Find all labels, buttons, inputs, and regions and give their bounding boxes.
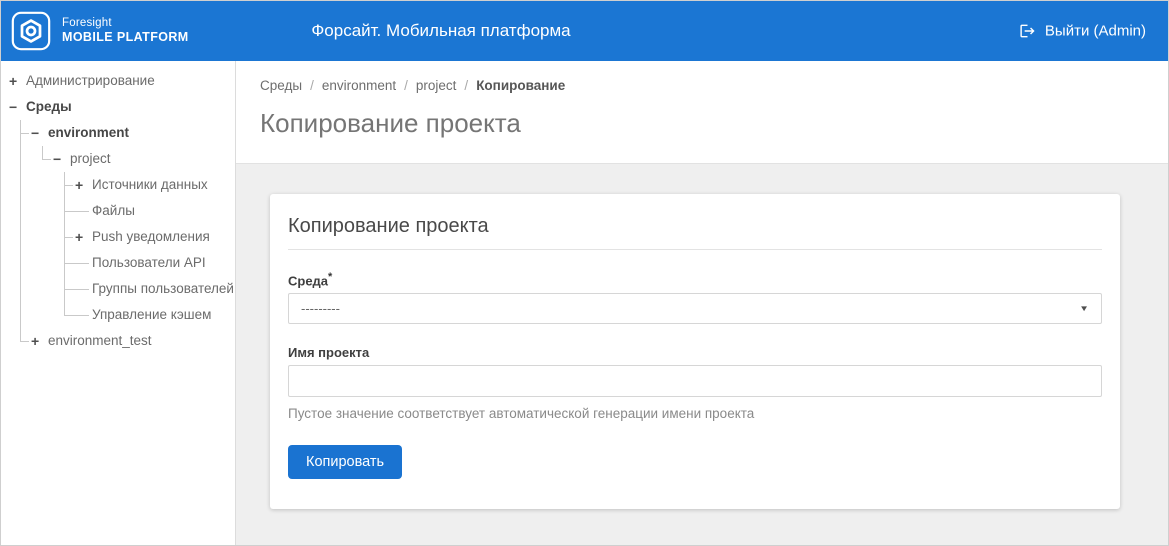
tree-branch-project: + Источники данных Файлы: [53, 172, 235, 328]
collapse-icon[interactable]: −: [53, 146, 70, 172]
app-logo[interactable]: Foresight MOBILE PLATFORM: [1, 11, 189, 51]
tree-item-user-groups: Группы пользователей: [75, 276, 235, 302]
expand-icon[interactable]: +: [75, 224, 92, 250]
tree-row-files[interactable]: Файлы: [75, 198, 235, 224]
page-header: Среды / environment / project / Копирова…: [236, 61, 1168, 164]
breadcrumb-separator: /: [310, 78, 314, 93]
environment-label-text: Среда: [288, 273, 328, 288]
environment-field-group: Среда* --------- ▼: [288, 271, 1102, 324]
breadcrumb-environment[interactable]: environment: [322, 78, 396, 93]
foresight-logo-icon: [11, 11, 51, 51]
tree-item-administration: + Администрирование: [9, 68, 235, 94]
tree-item-environment: − environment − project: [31, 120, 235, 328]
tree-item-environments: − Среды − environment − pr: [9, 94, 235, 354]
tree-item-data-sources: + Источники данных: [75, 172, 235, 198]
tree-label: Push уведомления: [92, 224, 210, 250]
tree-label: Пользователи API: [92, 250, 206, 276]
tree-row-environment-test[interactable]: + environment_test: [31, 328, 235, 354]
tree-item-api-users: Пользователи API: [75, 250, 235, 276]
collapse-icon[interactable]: −: [9, 94, 26, 120]
breadcrumb-separator: /: [404, 78, 408, 93]
tree-item-cache-management: Управление кэшем: [75, 302, 235, 328]
tree-row-environment[interactable]: − environment: [31, 120, 235, 146]
required-asterisk: *: [328, 271, 332, 283]
tree-label: Управление кэшем: [92, 302, 211, 328]
nav-tree: + Администрирование − Среды − environmen…: [1, 61, 235, 354]
copy-project-card: Копирование проекта Среда* --------- ▼ И…: [270, 194, 1120, 509]
project-name-label: Имя проекта: [288, 345, 1102, 360]
copy-button[interactable]: Копировать: [288, 445, 402, 479]
tree-branch-environments: − environment − project: [9, 120, 235, 354]
tree-row-data-sources[interactable]: + Источники данных: [75, 172, 235, 198]
tree-label: Администрирование: [26, 68, 155, 94]
tree-row-push-notifications[interactable]: + Push уведомления: [75, 224, 235, 250]
breadcrumb: Среды / environment / project / Копирова…: [260, 78, 1144, 93]
tree-row-api-users[interactable]: Пользователи API: [75, 250, 235, 276]
project-name-help-text: Пустое значение соответствует автоматиче…: [288, 406, 1102, 421]
app-header: Foresight MOBILE PLATFORM Форсайт. Мобил…: [1, 1, 1168, 61]
logout-label: Выйти (Admin): [1045, 23, 1146, 40]
tree-item-files: Файлы: [75, 198, 235, 224]
tree-label: project: [70, 146, 111, 172]
logo-line2: MOBILE PLATFORM: [62, 30, 189, 46]
environment-label: Среда*: [288, 271, 1102, 288]
logo-line1: Foresight: [62, 16, 189, 30]
expand-icon[interactable]: +: [75, 172, 92, 198]
breadcrumb-project[interactable]: project: [416, 78, 457, 93]
main-content: Среды / environment / project / Копирова…: [236, 61, 1168, 545]
project-name-input[interactable]: [288, 365, 1102, 397]
tree-item-project: − project + Источники данных: [53, 146, 235, 328]
tree-item-push-notifications: + Push уведомления: [75, 224, 235, 250]
breadcrumb-separator: /: [464, 78, 468, 93]
tree-item-environment-test: + environment_test: [31, 328, 235, 354]
tree-label: Среды: [26, 94, 72, 120]
tree-row-user-groups[interactable]: Группы пользователей: [75, 276, 235, 302]
logout-button[interactable]: Выйти (Admin): [1019, 23, 1146, 40]
card-title: Копирование проекта: [288, 215, 1102, 250]
tree-row-cache-management[interactable]: Управление кэшем: [75, 302, 235, 328]
logo-text: Foresight MOBILE PLATFORM: [62, 16, 189, 46]
page-title: Копирование проекта: [260, 108, 1144, 139]
expand-icon[interactable]: +: [9, 68, 26, 94]
tree-label: environment: [48, 120, 129, 146]
environment-select[interactable]: ---------: [288, 293, 1102, 324]
sidebar-navigation: + Администрирование − Среды − environmen…: [1, 61, 236, 545]
expand-icon[interactable]: +: [31, 328, 48, 354]
tree-label: Группы пользователей: [92, 276, 234, 302]
tree-label: Файлы: [92, 198, 135, 224]
tree-label: environment_test: [48, 328, 152, 354]
tree-label: Источники данных: [92, 172, 208, 198]
app-title: Форсайт. Мобильная платформа: [311, 21, 570, 41]
app-window: Foresight MOBILE PLATFORM Форсайт. Мобил…: [0, 0, 1169, 546]
breadcrumb-environments[interactable]: Среды: [260, 78, 302, 93]
tree-row-administration[interactable]: + Администрирование: [9, 68, 235, 94]
tree-row-project[interactable]: − project: [53, 146, 235, 172]
breadcrumb-current: Копирование: [476, 78, 565, 93]
project-name-field-group: Имя проекта Пустое значение соответствуе…: [288, 345, 1102, 421]
tree-branch-environment: − project + Источники данных: [31, 146, 235, 328]
tree-row-environments[interactable]: − Среды: [9, 94, 235, 120]
collapse-icon[interactable]: −: [31, 120, 48, 146]
logout-icon: [1019, 23, 1036, 40]
environment-select-wrap: --------- ▼: [288, 293, 1102, 324]
